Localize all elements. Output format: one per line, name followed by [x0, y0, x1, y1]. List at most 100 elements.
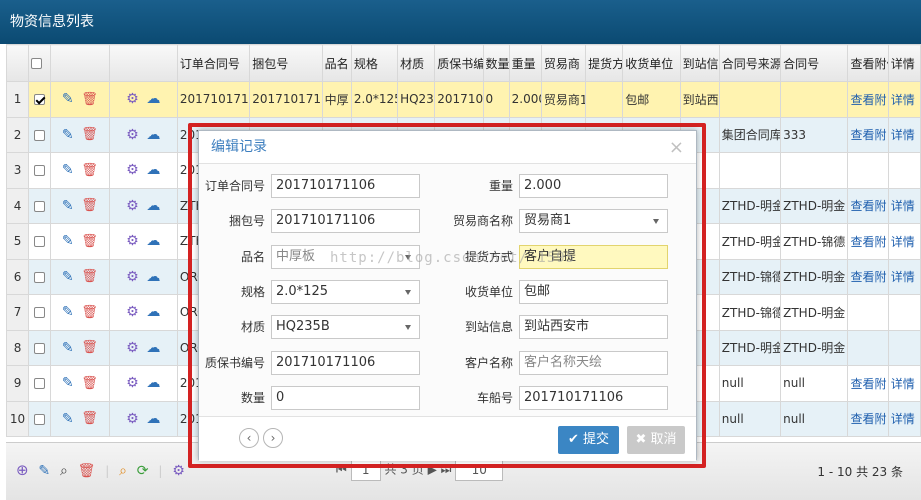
- edit-icon[interactable]: ✎: [62, 411, 74, 427]
- delete-icon[interactable]: 🗑: [81, 269, 98, 284]
- submit-button[interactable]: ✔ 提交: [558, 426, 619, 454]
- upload-icon[interactable]: ☁: [146, 198, 160, 214]
- header-spec[interactable]: 规格: [350, 44, 399, 82]
- header-attachment[interactable]: 查看附件: [847, 44, 889, 82]
- header-select-all[interactable]: [28, 44, 52, 82]
- upload-icon[interactable]: ☁: [146, 269, 160, 285]
- header-contract-no[interactable]: 合同号: [780, 44, 849, 82]
- cell-attachment[interactable]: [847, 152, 889, 189]
- settings-icon[interactable]: ⚙: [126, 162, 139, 178]
- close-icon[interactable]: ×: [669, 131, 684, 164]
- prev-record-icon[interactable]: ‹: [239, 428, 259, 448]
- edit-icon[interactable]: ✎: [62, 269, 74, 285]
- cell-attachment[interactable]: [847, 294, 889, 331]
- row-checkbox[interactable]: [28, 223, 52, 260]
- edit-icon[interactable]: ✎: [62, 91, 74, 107]
- cell-detail[interactable]: 详情: [887, 258, 921, 295]
- cell-detail[interactable]: 详情: [887, 81, 921, 118]
- settings-icon[interactable]: ⚙: [126, 375, 139, 391]
- row-checkbox[interactable]: [28, 116, 52, 153]
- cell-detail[interactable]: [887, 152, 921, 189]
- header-trader[interactable]: 贸易商: [540, 44, 587, 82]
- edit-icon[interactable]: ✎: [62, 375, 74, 391]
- quantity-field[interactable]: 0: [271, 386, 420, 410]
- header-pickup[interactable]: 提货方: [585, 44, 624, 82]
- material-select[interactable]: HQ235B: [271, 315, 420, 339]
- cell-detail[interactable]: 详情: [887, 187, 921, 224]
- row-checkbox[interactable]: [28, 187, 52, 224]
- settings-icon[interactable]: ⚙: [126, 127, 139, 143]
- next-record-icon[interactable]: ›: [263, 428, 283, 448]
- cancel-button[interactable]: ✖ 取消: [627, 426, 685, 454]
- edit-icon[interactable]: ✎: [62, 162, 74, 178]
- cell-attachment[interactable]: 查看附: [847, 258, 889, 295]
- edit-icon[interactable]: ✎: [38, 463, 50, 479]
- cell-attachment[interactable]: 查看附: [847, 400, 889, 437]
- row-checkbox[interactable]: [28, 400, 52, 437]
- cell-detail[interactable]: [887, 329, 921, 366]
- cell-attachment[interactable]: 查看附: [847, 81, 889, 118]
- edit-icon[interactable]: ✎: [62, 233, 74, 249]
- delete-icon[interactable]: 🗑: [81, 198, 98, 213]
- upload-icon[interactable]: ☁: [146, 340, 160, 356]
- upload-icon[interactable]: ☁: [146, 127, 160, 143]
- trader-select[interactable]: 贸易商1: [519, 209, 668, 233]
- cell-detail[interactable]: 详情: [887, 116, 921, 153]
- cell-detail[interactable]: 详情: [887, 365, 921, 402]
- upload-icon[interactable]: ☁: [146, 233, 160, 249]
- delete-icon[interactable]: 🗑: [78, 463, 96, 479]
- cell-attachment[interactable]: 查看附: [847, 223, 889, 260]
- receiver-field[interactable]: 包邮: [519, 280, 668, 304]
- header-product[interactable]: 品名: [321, 44, 352, 82]
- cell-detail[interactable]: 详情: [887, 400, 921, 437]
- upload-icon[interactable]: ☁: [146, 304, 160, 320]
- settings-icon[interactable]: ⚙: [126, 91, 139, 107]
- spec-select[interactable]: 2.0*125: [271, 280, 420, 304]
- station-field[interactable]: 到站西安市: [519, 315, 668, 339]
- row-checkbox[interactable]: [28, 294, 52, 331]
- upload-icon[interactable]: ☁: [146, 91, 160, 107]
- customer-field[interactable]: 客户名称天绘: [519, 351, 668, 375]
- header-receiver[interactable]: 收货单位: [622, 44, 681, 82]
- cell-detail[interactable]: 详情: [887, 223, 921, 260]
- settings-icon[interactable]: ⚙: [126, 269, 139, 285]
- query-icon[interactable]: ⌕: [119, 463, 127, 479]
- header-contract-source[interactable]: 合同号来源: [718, 44, 782, 82]
- edit-icon[interactable]: ✎: [62, 198, 74, 214]
- table-row[interactable]: 1 ✎ 🗑 ⚙ ☁ 2017101711 2017101711 中厚 2.0*125 HQ23…: [6, 81, 921, 118]
- cell-attachment[interactable]: 查看附: [847, 365, 889, 402]
- cert-no-field[interactable]: 201710171106: [271, 351, 420, 375]
- cell-detail[interactable]: [887, 294, 921, 331]
- delete-icon[interactable]: 🗑: [81, 376, 98, 391]
- delete-icon[interactable]: 🗑: [81, 234, 98, 249]
- row-checkbox[interactable]: [28, 152, 52, 189]
- settings-icon[interactable]: ⚙: [126, 304, 139, 320]
- row-checkbox[interactable]: [28, 329, 52, 366]
- delete-icon[interactable]: 🗑: [81, 305, 98, 320]
- delete-icon[interactable]: 🗑: [81, 340, 98, 355]
- settings-icon[interactable]: ⚙: [126, 198, 139, 214]
- header-detail[interactable]: 详情: [887, 44, 921, 82]
- add-icon[interactable]: ⊕: [16, 461, 29, 479]
- row-checkbox[interactable]: [28, 81, 52, 118]
- weight-field[interactable]: 2.000: [519, 174, 668, 198]
- vessel-field[interactable]: 201710171106: [519, 386, 668, 410]
- header-bundle-no[interactable]: 捆包号: [249, 44, 323, 82]
- order-no-field[interactable]: 201710171106: [271, 174, 420, 198]
- settings-icon[interactable]: ⚙: [126, 411, 139, 427]
- header-quantity[interactable]: 数量: [482, 44, 510, 82]
- delete-icon[interactable]: 🗑: [81, 92, 98, 107]
- refresh-icon[interactable]: ⟳: [137, 463, 149, 479]
- edit-icon[interactable]: ✎: [62, 127, 74, 143]
- header-cert-no[interactable]: 质保书编: [434, 44, 484, 82]
- settings-icon[interactable]: ⚙: [126, 340, 139, 356]
- delete-icon[interactable]: 🗑: [81, 411, 98, 426]
- upload-icon[interactable]: ☁: [146, 162, 160, 178]
- cell-attachment[interactable]: [847, 329, 889, 366]
- header-station[interactable]: 到站信: [679, 44, 720, 82]
- header-order-no[interactable]: 订单合同号: [176, 44, 251, 82]
- upload-icon[interactable]: ☁: [146, 411, 160, 427]
- edit-icon[interactable]: ✎: [62, 304, 74, 320]
- cell-attachment[interactable]: 查看附: [847, 187, 889, 224]
- row-checkbox[interactable]: [28, 365, 52, 402]
